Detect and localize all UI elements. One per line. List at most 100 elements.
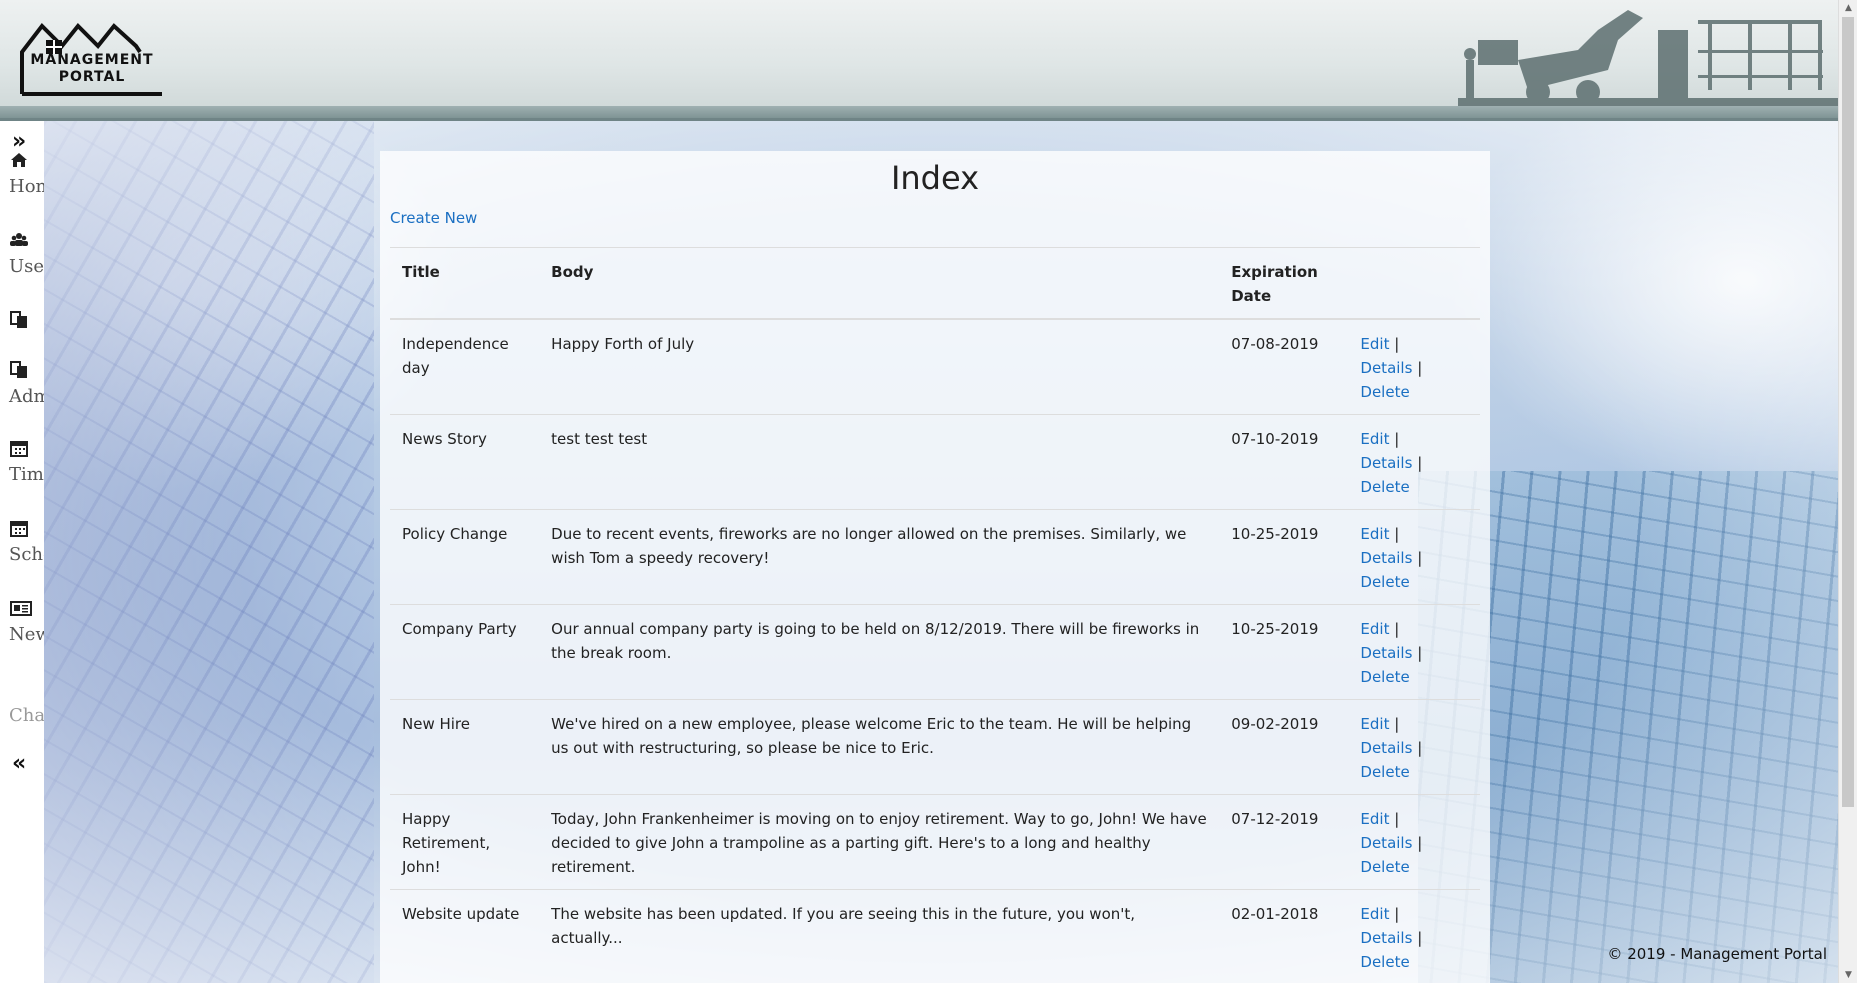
separator: | xyxy=(1394,620,1400,638)
delete-link[interactable]: Delete xyxy=(1360,668,1409,686)
vertical-scrollbar[interactable]: ▲ ▼ xyxy=(1838,0,1857,983)
separator: | xyxy=(1394,715,1400,733)
users-icon xyxy=(10,233,28,246)
cell-body: Today, John Frankenheimer is moving on t… xyxy=(539,794,1220,890)
table-row: Independence day Happy Forth of July 07-08… xyxy=(390,318,1480,415)
cell-expiration-date: 07-12-2019 xyxy=(1219,794,1349,890)
separator: | xyxy=(1417,929,1423,947)
table-row: New Hire We've hired on a new employee, p… xyxy=(390,699,1480,795)
scroll-thumb[interactable] xyxy=(1842,17,1854,807)
cell-expiration-date: 07-08-2019 xyxy=(1219,318,1349,415)
edit-link[interactable]: Edit xyxy=(1360,715,1389,733)
separator: | xyxy=(1417,834,1423,852)
sidebar-item-label: Chat xyxy=(9,705,44,726)
edit-link[interactable]: Edit xyxy=(1360,430,1389,448)
details-link[interactable]: Details xyxy=(1360,549,1412,567)
separator: | xyxy=(1417,359,1423,377)
cell-title: Policy Change xyxy=(390,509,540,605)
separator: | xyxy=(1394,430,1400,448)
table-header-row: Title Body Expiration Date xyxy=(390,247,1480,320)
delete-link[interactable]: Delete xyxy=(1360,763,1409,781)
cell-expiration-date: 10-25-2019 xyxy=(1219,509,1349,605)
cell-title: Company Party xyxy=(390,604,540,700)
cell-actions: Edit | Details | Delete xyxy=(1348,414,1480,510)
footer-copyright: © 2019 - Management Portal xyxy=(1607,945,1827,963)
cell-expiration-date: 09-02-2019 xyxy=(1219,699,1349,795)
separator: | xyxy=(1417,549,1423,567)
scroll-up-arrow-icon[interactable]: ▲ xyxy=(1839,0,1857,16)
sidebar-item-label: Time xyxy=(9,464,44,485)
table-row: Company Party Our annual company party is… xyxy=(390,604,1480,700)
cell-title: News Story xyxy=(390,414,540,510)
edit-link[interactable]: Edit xyxy=(1360,905,1389,923)
construction-silhouette xyxy=(1458,10,1838,106)
create-new-link[interactable]: Create New xyxy=(390,209,477,227)
copy-icon xyxy=(10,311,27,328)
delete-link[interactable]: Delete xyxy=(1360,573,1409,591)
details-link[interactable]: Details xyxy=(1360,644,1412,662)
cell-actions: Edit | Details | Delete xyxy=(1348,699,1480,795)
separator: | xyxy=(1394,335,1400,353)
calendar-icon xyxy=(10,441,28,457)
sidebar-item-label: New xyxy=(9,624,44,645)
sidebar-item-label: User xyxy=(9,256,44,277)
table-row: Happy Retirement, John! Today, John Frank… xyxy=(390,794,1480,890)
page-title: Index xyxy=(890,159,980,197)
cell-title: Independence day xyxy=(390,318,540,415)
edit-link[interactable]: Edit xyxy=(1360,620,1389,638)
logo-text: MANAGEMENT PORTAL xyxy=(30,52,154,85)
calendar-icon xyxy=(10,521,28,537)
site-header: MANAGEMENT PORTAL xyxy=(0,0,1838,121)
cell-actions: Edit | Details | Delete xyxy=(1348,509,1480,605)
details-link[interactable]: Details xyxy=(1360,834,1412,852)
table-body: Independence day Happy Forth of July 07-08… xyxy=(390,318,1480,983)
table-row: News Story test test test 07-10-2019 Edit |… xyxy=(390,414,1480,510)
sidebar-item-label: Hom xyxy=(9,176,44,197)
cell-body: The website has been updated. If you are… xyxy=(539,889,1220,983)
cell-body: Our annual company party is going to be … xyxy=(539,604,1220,700)
home-icon xyxy=(11,153,27,167)
details-link[interactable]: Details xyxy=(1360,739,1412,757)
cell-actions: Edit | Details | Delete xyxy=(1348,889,1480,983)
delete-link[interactable]: Delete xyxy=(1360,858,1409,876)
table-row: Website update The website has been updat… xyxy=(390,889,1480,983)
cell-expiration-date: 02-01-2018 xyxy=(1219,889,1349,983)
header-band xyxy=(0,106,1838,118)
table-row: Policy Change Due to recent events, firew… xyxy=(390,509,1480,605)
details-link[interactable]: Details xyxy=(1360,359,1412,377)
details-link[interactable]: Details xyxy=(1360,929,1412,947)
cell-title: Happy Retirement, John! xyxy=(390,794,540,890)
cell-title: Website update xyxy=(390,889,540,983)
delete-link[interactable]: Delete xyxy=(1360,478,1409,496)
separator: | xyxy=(1394,810,1400,828)
cell-actions: Edit | Details | Delete xyxy=(1348,604,1480,700)
newspaper-icon xyxy=(10,601,32,616)
column-header-expiration-date[interactable]: Expiration Date xyxy=(1219,247,1349,320)
details-link[interactable]: Details xyxy=(1360,454,1412,472)
separator: | xyxy=(1417,644,1423,662)
scroll-down-arrow-icon[interactable]: ▼ xyxy=(1839,967,1857,983)
cell-expiration-date: 10-25-2019 xyxy=(1219,604,1349,700)
cell-expiration-date: 07-10-2019 xyxy=(1219,414,1349,510)
double-chevron-left-icon[interactable]: « xyxy=(12,751,26,776)
delete-link[interactable]: Delete xyxy=(1360,953,1409,971)
cell-body: test test test xyxy=(539,414,1220,510)
news-table: Title Body Expiration Date Independence … xyxy=(390,247,1480,983)
column-header-title[interactable]: Title xyxy=(390,247,540,320)
separator: | xyxy=(1417,739,1423,757)
separator: | xyxy=(1394,905,1400,923)
separator: | xyxy=(1417,454,1423,472)
cell-body: Due to recent events, fireworks are no l… xyxy=(539,509,1220,605)
delete-link[interactable]: Delete xyxy=(1360,383,1409,401)
edit-link[interactable]: Edit xyxy=(1360,335,1389,353)
main-content-panel: Index Create New Title Body Expiration D… xyxy=(380,151,1490,983)
separator: | xyxy=(1394,525,1400,543)
cell-body: We've hired on a new employee, please we… xyxy=(539,699,1220,795)
edit-link[interactable]: Edit xyxy=(1360,810,1389,828)
cell-actions: Edit | Details | Delete xyxy=(1348,318,1480,415)
copy-icon xyxy=(10,361,27,378)
column-header-body[interactable]: Body xyxy=(539,247,1220,320)
cell-title: New Hire xyxy=(390,699,540,795)
edit-link[interactable]: Edit xyxy=(1360,525,1389,543)
cell-body: Happy Forth of July xyxy=(539,318,1220,415)
